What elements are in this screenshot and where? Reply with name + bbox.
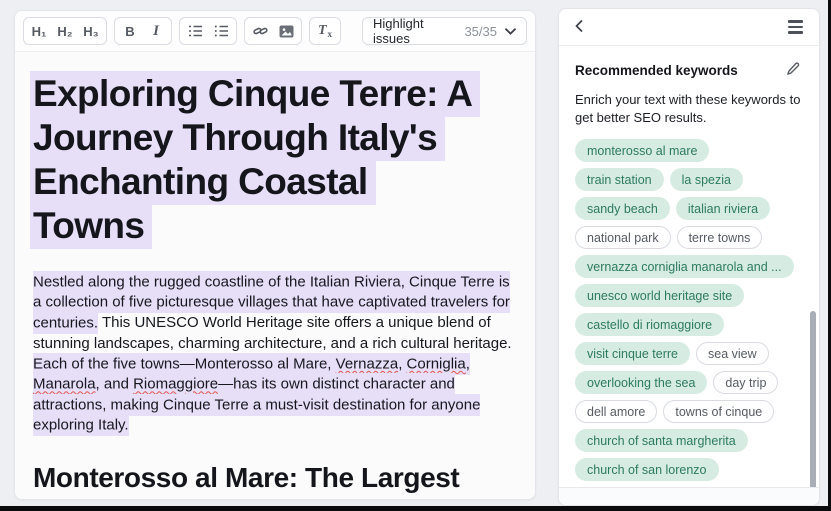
document-editing-area[interactable]: Exploring Cinque Terre: A Journey Throug… bbox=[15, 52, 535, 500]
panel-scrollbar[interactable] bbox=[810, 311, 816, 491]
keyword-row: dell amore towns of cinque bbox=[575, 400, 803, 423]
keyword-row: monterosso al mare bbox=[575, 139, 803, 162]
keyword-pill[interactable]: church of santa margherita bbox=[575, 429, 748, 452]
back-button[interactable] bbox=[573, 18, 585, 37]
hamburger-menu-icon bbox=[788, 20, 803, 34]
heading-buttons-group: H₁H₂H₃ bbox=[23, 17, 107, 45]
keyword-pill[interactable]: sandy beach bbox=[575, 197, 670, 220]
h1-button[interactable]: H₁ bbox=[26, 19, 52, 43]
document-paragraph[interactable]: Nestled along the rugged coastline of th… bbox=[33, 272, 521, 436]
text-style-group: B I bbox=[114, 17, 172, 45]
editor-toolbar: H₁H₂H₃ B I bbox=[15, 11, 535, 52]
keyword-pill[interactable]: castello di riomaggiore bbox=[575, 313, 724, 336]
keyword-row: church of san lorenzo bbox=[575, 458, 803, 481]
panel-title: Recommended keywords bbox=[575, 63, 738, 78]
link-button[interactable] bbox=[247, 19, 273, 43]
highlighted-title-text: Exploring Cinque Terre: A Journey Throug… bbox=[30, 71, 480, 249]
keyword-row: unesco world heritage site bbox=[575, 284, 803, 307]
menu-button[interactable] bbox=[786, 18, 805, 36]
list-buttons-group bbox=[179, 17, 237, 45]
panel-header bbox=[559, 9, 819, 46]
keyword-pill[interactable]: terre towns bbox=[677, 226, 763, 249]
clear-formatting-button[interactable]: Tx bbox=[312, 19, 338, 43]
highlighted-text: Each of the five towns—Monterosso al Mar… bbox=[33, 353, 336, 375]
keyword-pill[interactable]: vernazza corniglia manarola and ... bbox=[575, 255, 794, 278]
keyword-pill[interactable]: church of san lorenzo bbox=[575, 458, 719, 481]
h2-button[interactable]: H₂ bbox=[52, 19, 78, 43]
screenshot-frame-bottom bbox=[0, 506, 831, 511]
keyword-pill[interactable]: overlooking the sea bbox=[575, 371, 707, 394]
keyword-row: train station la spezia bbox=[575, 168, 803, 191]
keyword-pill[interactable]: day trip bbox=[713, 371, 778, 394]
editor-panel: H₁H₂H₃ B I bbox=[14, 10, 536, 500]
misspelled-word: Manarola bbox=[33, 373, 96, 395]
clear-formatting-icon: Tx bbox=[318, 23, 332, 39]
seo-assistant-panel: Recommended keywords Enrich your text wi… bbox=[558, 8, 820, 506]
bold-button[interactable]: B bbox=[117, 19, 143, 43]
ordered-list-button[interactable] bbox=[182, 19, 208, 43]
unordered-list-button[interactable] bbox=[208, 19, 234, 43]
misspelled-word: Vernazza bbox=[336, 353, 399, 375]
keyword-row: church of santa margherita bbox=[575, 429, 803, 452]
insert-buttons-group bbox=[244, 17, 302, 45]
panel-title-row: Recommended keywords bbox=[575, 59, 803, 82]
panel-description: Enrich your text with these keywords to … bbox=[575, 91, 803, 127]
keyword-pill[interactable]: sea view bbox=[696, 342, 769, 365]
keyword-pill[interactable]: dell amore bbox=[575, 400, 657, 423]
keyword-pill[interactable]: monterosso al mare bbox=[575, 139, 709, 162]
plain-text: This UNESCO World Heritage site offers a… bbox=[33, 314, 512, 352]
chevron-left-icon bbox=[575, 20, 583, 35]
keyword-pill[interactable]: national park bbox=[575, 226, 671, 249]
misspelled-word: Riomaggiore bbox=[133, 373, 218, 395]
clear-formatting-group: Tx bbox=[309, 17, 341, 45]
keyword-row: overlooking the sea day trip bbox=[575, 371, 803, 394]
unordered-list-icon bbox=[214, 24, 229, 38]
highlight-issues-dropdown[interactable]: Highlight issues 35/35 bbox=[362, 17, 527, 45]
keyword-list: monterosso al mare train station la spezia… bbox=[575, 139, 803, 506]
keyword-pill[interactable]: la spezia bbox=[670, 168, 743, 191]
highlight-issues-count: 35/35 bbox=[464, 24, 497, 39]
pencil-icon bbox=[785, 61, 801, 80]
keyword-row: sandy beach italian riviera bbox=[575, 197, 803, 220]
image-icon bbox=[279, 25, 294, 38]
highlighted-text: , bbox=[398, 353, 406, 375]
highlighted-text: , bbox=[466, 353, 470, 375]
keyword-pill[interactable]: visit cinque terre bbox=[575, 342, 690, 365]
edit-keywords-button[interactable] bbox=[783, 59, 803, 82]
keyword-pill[interactable]: train station bbox=[575, 168, 664, 191]
ordered-list-icon bbox=[188, 24, 203, 38]
keyword-pill[interactable]: unesco world heritage site bbox=[575, 284, 744, 307]
keyword-row: castello di riomaggiore bbox=[575, 313, 803, 336]
highlight-issues-label: Highlight issues bbox=[373, 16, 434, 46]
keyword-pill[interactable]: italian riviera bbox=[676, 197, 770, 220]
document-title-h1[interactable]: Exploring Cinque Terre: A Journey Throug… bbox=[33, 72, 495, 248]
link-icon bbox=[253, 24, 268, 38]
panel-footer bbox=[559, 487, 819, 505]
h3-button[interactable]: H₃ bbox=[78, 19, 104, 43]
italic-button[interactable]: I bbox=[143, 19, 169, 43]
chevron-down-icon bbox=[505, 22, 516, 40]
image-button[interactable] bbox=[273, 19, 299, 43]
highlighted-text: , and bbox=[96, 373, 134, 395]
keyword-row: vernazza corniglia manarola and ... bbox=[575, 255, 803, 278]
keyword-pill[interactable]: towns of cinque bbox=[663, 400, 774, 423]
panel-body: Recommended keywords Enrich your text wi… bbox=[559, 46, 819, 506]
keyword-row: visit cinque terre sea view bbox=[575, 342, 803, 365]
keyword-row: national park terre towns bbox=[575, 226, 803, 249]
document-heading-h2[interactable]: Monterosso al Mare: The Largest Village … bbox=[33, 462, 521, 500]
misspelled-word: Corniglia bbox=[407, 353, 466, 375]
